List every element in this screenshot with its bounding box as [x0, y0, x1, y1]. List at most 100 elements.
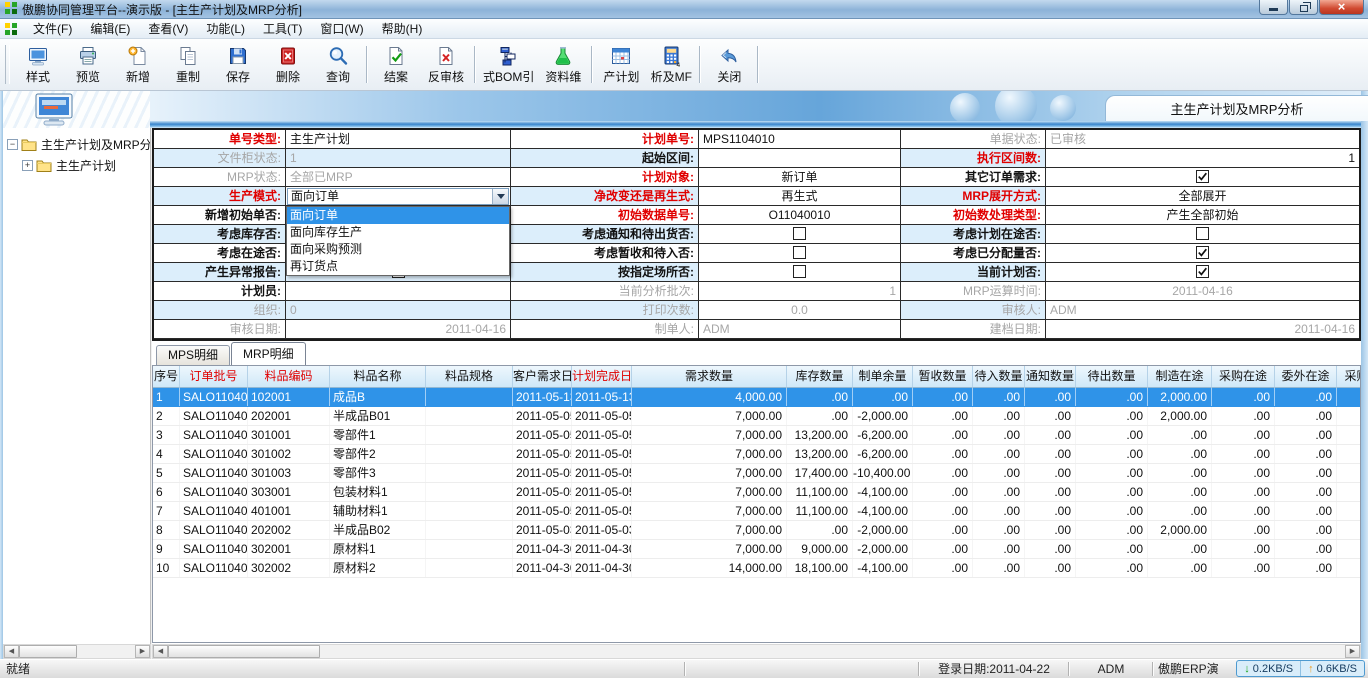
table-cell: .00 [787, 521, 853, 539]
scroll-left-arrow-icon[interactable]: ◀ [4, 645, 19, 658]
toolbar-button-copy[interactable]: 重制 [163, 41, 213, 88]
checkbox[interactable] [793, 265, 806, 278]
scroll-left-arrow-icon[interactable]: ◀ [153, 645, 168, 658]
field-value[interactable] [1046, 263, 1359, 282]
scroll-thumb[interactable] [19, 645, 77, 658]
field-value[interactable] [1046, 244, 1359, 263]
checkbox[interactable] [1196, 246, 1209, 259]
field-value[interactable]: 产生全部初始 [1046, 206, 1359, 225]
checkbox[interactable] [1196, 265, 1209, 278]
table-row[interactable]: 6SALO1104009303001包装材料12011-05-052011-05… [153, 483, 1360, 502]
column-header[interactable]: 订单批号 [180, 366, 248, 388]
toolbar-button-close[interactable]: 关闭 [704, 41, 754, 88]
column-header[interactable]: 料品名称 [330, 366, 426, 388]
toolbar-button-mrp-analysis[interactable]: 4析及MF [646, 41, 696, 88]
toolbar-button-delete[interactable]: 删除 [263, 41, 313, 88]
dropdown-option[interactable]: 再订货点 [287, 258, 509, 275]
column-header[interactable]: 料品编码 [248, 366, 330, 388]
tree-expander-icon[interactable]: − [7, 139, 18, 150]
scroll-thumb[interactable] [168, 645, 320, 658]
column-header[interactable]: 需求数量 [632, 366, 787, 388]
minimize-button[interactable] [1259, 0, 1288, 15]
toolbar-button-new[interactable]: 新增 [113, 41, 163, 88]
toolbar-button-bom[interactable]: 式BOM引 [479, 41, 538, 88]
column-header[interactable]: 暂收数量 [913, 366, 973, 388]
toolbar-button-save[interactable]: 保存 [213, 41, 263, 88]
chevron-down-icon[interactable] [492, 189, 508, 204]
column-header[interactable]: 料品规格 [426, 366, 513, 388]
table-horizontal-scrollbar[interactable]: ◀ ▶ [152, 644, 1361, 659]
field-value[interactable]: 新订单 [699, 168, 901, 187]
table-row[interactable]: 5SALO1104009301003零部件32011-05-052011-05-… [153, 464, 1360, 483]
tree-node[interactable]: +主生产计划 [3, 155, 150, 176]
production-mode-combobox[interactable]: 面向订单 [287, 188, 509, 205]
field-value[interactable]: O11040010 [699, 206, 901, 225]
field-value[interactable] [699, 225, 901, 244]
field-value[interactable]: 主生产计划 [286, 130, 511, 149]
menu-item-3[interactable]: 查看(V) [139, 18, 197, 39]
tree-expander-icon[interactable]: + [22, 160, 33, 171]
table-row[interactable]: 10SALO1104009302002原材料22011-04-302011-04… [153, 559, 1360, 578]
toolbar-button-production-plan[interactable]: 产计划 [596, 41, 646, 88]
table-row[interactable]: 9SALO1104009302001原材料12011-04-302011-04-… [153, 540, 1360, 559]
column-header[interactable]: 通知数量 [1025, 366, 1076, 388]
table-row[interactable]: 8SALO1104009202002半成品B022011-05-032011-0… [153, 521, 1360, 540]
scroll-right-arrow-icon[interactable]: ▶ [135, 645, 150, 658]
table-row[interactable]: 3SALO1104009301001零部件12011-05-052011-05-… [153, 426, 1360, 445]
column-header[interactable]: 采购在途 [1212, 366, 1275, 388]
menu-item-6[interactable]: 窗口(W) [311, 18, 372, 39]
column-header[interactable]: 采购 [1337, 366, 1361, 388]
table-row[interactable]: 2SALO1104009202001半成品B012011-05-052011-0… [153, 407, 1360, 426]
column-header[interactable]: 委外在途 [1275, 366, 1337, 388]
field-value[interactable] [286, 282, 511, 301]
toolbar-grip[interactable] [5, 45, 10, 84]
checkbox[interactable] [1196, 170, 1209, 183]
field-value[interactable] [699, 149, 901, 168]
column-header[interactable]: 库存数量 [787, 366, 853, 388]
field-value[interactable] [1046, 225, 1359, 244]
field-value[interactable]: 1 [1046, 149, 1359, 168]
column-header[interactable]: 计划完成日期 [572, 366, 632, 388]
field-value[interactable]: 全部展开 [1046, 187, 1359, 206]
tree-node[interactable]: −主生产计划及MRP分析 [3, 134, 150, 155]
dropdown-option[interactable]: 面向库存生产 [287, 224, 509, 241]
menu-item-5[interactable]: 工具(T) [254, 18, 311, 39]
column-header[interactable]: 序号 [153, 366, 180, 388]
checkbox[interactable] [793, 246, 806, 259]
column-header[interactable]: 客户需求日期 [513, 366, 572, 388]
tree-horizontal-scrollbar[interactable]: ◀ ▶ [3, 644, 151, 659]
field-value[interactable] [699, 263, 901, 282]
field-value[interactable] [1046, 168, 1359, 187]
dropdown-option[interactable]: 面向采购预测 [287, 241, 509, 258]
menu-item-4[interactable]: 功能(L) [197, 18, 254, 39]
scroll-right-arrow-icon[interactable]: ▶ [1345, 645, 1360, 658]
column-header[interactable]: 制造在途 [1148, 366, 1212, 388]
menu-item-1[interactable]: 文件(F) [24, 18, 81, 39]
field-value[interactable]: 面向订单 [286, 187, 511, 206]
table-row[interactable]: 7SALO1104009401001辅助材料12011-05-052011-05… [153, 502, 1360, 521]
table-row[interactable]: 4SALO1104009301002零部件22011-05-052011-05-… [153, 445, 1360, 464]
column-header[interactable]: 待入数量 [973, 366, 1025, 388]
restore-button[interactable] [1289, 0, 1318, 15]
toolbar-button-style[interactable]: 样式 [13, 41, 63, 88]
tab-mrp-detail[interactable]: MRP明细 [231, 342, 306, 365]
toolbar-button-preview[interactable]: 预览 [63, 41, 113, 88]
close-button[interactable] [1319, 0, 1364, 15]
field-value[interactable]: 再生式 [699, 187, 901, 206]
toolbar-button-material[interactable]: 资料维 [538, 41, 588, 88]
dropdown-option[interactable]: 面向订单 [287, 207, 509, 224]
column-header[interactable]: 制单余量 [853, 366, 913, 388]
checkbox[interactable] [1196, 227, 1209, 240]
checkbox[interactable] [793, 227, 806, 240]
tab-mps-detail[interactable]: MPS明细 [156, 345, 230, 365]
field-label: 文件柜状态: [154, 149, 286, 168]
column-header[interactable]: 待出数量 [1076, 366, 1148, 388]
menu-item-2[interactable]: 编辑(E) [81, 18, 139, 39]
toolbar-button-query[interactable]: 查询 [313, 41, 363, 88]
table-row[interactable]: 1SALO1104009102001成品B2011-05-132011-05-1… [153, 388, 1360, 407]
toolbar-button-close-case[interactable]: 结案 [371, 41, 421, 88]
toolbar-button-reverse-audit[interactable]: 反审核 [421, 41, 471, 88]
field-value[interactable] [699, 244, 901, 263]
menu-item-7[interactable]: 帮助(H) [373, 18, 432, 39]
field-value[interactable]: MPS1104010 [699, 130, 901, 149]
